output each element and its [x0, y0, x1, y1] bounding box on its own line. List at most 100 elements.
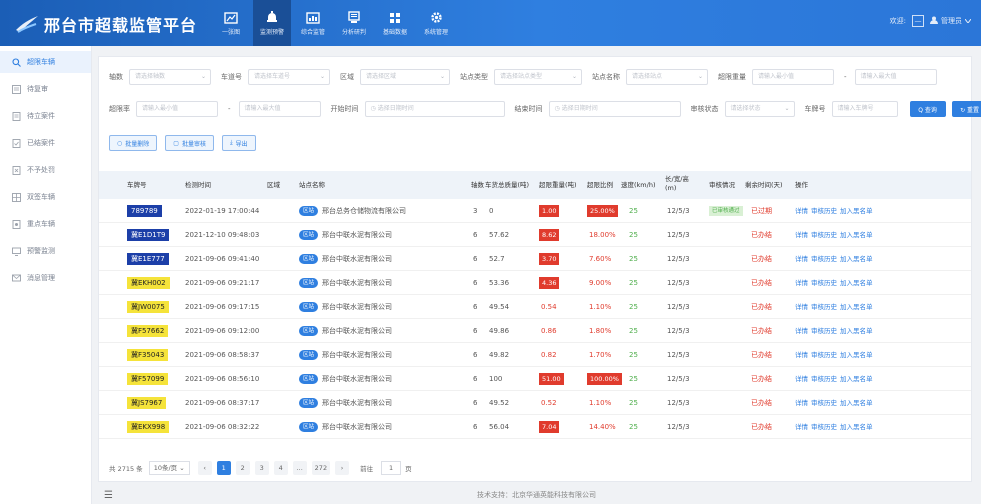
audit-history-link[interactable]: 审核历史 — [811, 207, 837, 215]
site-cell: 区站 邢台中联水泥有限公司 — [299, 295, 392, 319]
goto-input[interactable]: 1 — [381, 461, 402, 475]
detail-link[interactable]: 详情 — [795, 351, 808, 359]
overweight-max-input[interactable]: 请输入最大值 — [854, 69, 937, 85]
circle-icon: ○ — [117, 139, 123, 147]
detail-link[interactable]: 详情 — [795, 231, 808, 239]
end-time-picker[interactable]: ◷ 选择日期时间 — [548, 101, 681, 117]
add-blacklist-link[interactable]: 加入黑名单 — [840, 231, 873, 239]
overweight-min-input[interactable]: 请输入最小值 — [752, 69, 834, 85]
nav-item-system[interactable]: 系统管理 — [417, 0, 455, 46]
col-rate: 超限比例 — [587, 181, 613, 189]
detail-link[interactable]: 详情 — [795, 255, 808, 263]
add-blacklist-link[interactable]: 加入黑名单 — [840, 327, 873, 335]
nav-item-analysis[interactable]: 分析研判 — [335, 0, 373, 46]
sidebar-item-no-penalty[interactable]: 不予处罚 — [0, 159, 91, 181]
row-actions: 详情 审核历史 加入黑名单 — [795, 271, 876, 295]
overweight-rate: 1.10% — [589, 399, 612, 407]
site-type-select[interactable]: 请选择站点类型 ⌄ — [494, 69, 582, 85]
detail-link[interactable]: 详情 — [795, 303, 808, 311]
page-button[interactable]: 2 — [235, 461, 250, 475]
add-blacklist-link[interactable]: 加入黑名单 — [840, 279, 873, 287]
audit-history-link[interactable]: 审核历史 — [811, 423, 837, 431]
rate-min-input[interactable]: 请输入最小值 — [136, 101, 218, 117]
axles: 6 — [473, 231, 478, 239]
area-select[interactable]: 请选择区域 ⌄ — [360, 69, 450, 85]
audit-status-select[interactable]: 请选择状态 ⌄ — [724, 101, 795, 117]
speed: 25 — [629, 399, 638, 407]
list-icon — [12, 84, 21, 94]
audit-history-link[interactable]: 审核历史 — [811, 351, 837, 359]
nav-label: 基础数据 — [382, 28, 407, 36]
chevron-down-icon[interactable] — [964, 17, 972, 25]
audit-history-link[interactable]: 审核历史 — [811, 375, 837, 383]
nav-item-alarm[interactable]: 监测预警 — [253, 0, 291, 46]
site-name: 邢台中联水泥有限公司 — [322, 375, 393, 383]
prev-page-button[interactable]: ‹ — [197, 461, 212, 475]
plate-input[interactable]: 请输入车牌号 — [831, 101, 898, 117]
total-weight: 52.7 — [489, 255, 505, 263]
user-name[interactable]: 管理员 — [941, 16, 962, 26]
detail-link[interactable]: 详情 — [795, 399, 808, 407]
chevron-down-icon: ⌄ — [571, 73, 577, 80]
site-name-select[interactable]: 请选择站点 ⌄ — [626, 69, 708, 85]
detail-link[interactable]: 详情 — [795, 279, 808, 287]
sidebar-item-warning[interactable]: 预警监测 — [0, 240, 91, 262]
plate-number: 冀F57662 — [127, 325, 169, 337]
rate-max-input[interactable]: 请输入最大值 — [238, 101, 321, 117]
audit-history-link[interactable]: 审核历史 — [811, 303, 837, 311]
add-blacklist-link[interactable]: 加入黑名单 — [840, 351, 873, 359]
page-button[interactable]: 1 — [216, 461, 231, 475]
sidebar-item-double-sign[interactable]: 双签车辆 — [0, 186, 91, 208]
overweight: 0.86 — [541, 327, 557, 335]
sidebar-item-overlimit[interactable]: 超限车辆 — [0, 51, 91, 73]
page-button[interactable]: 4 — [273, 461, 288, 475]
placeholder: 选择日期时间 — [561, 105, 598, 112]
filter-label: 审核状态 — [690, 105, 719, 113]
nav-item-supervise[interactable]: 综合监管 — [294, 0, 332, 46]
batch-delete-button[interactable]: ○ 批量删除 — [109, 135, 158, 151]
nav-item-basic-data[interactable]: 基础数据 — [376, 0, 414, 46]
overweight: 0.52 — [541, 399, 557, 407]
sidebar-item-closed-case[interactable]: 已结案件 — [0, 132, 91, 154]
audit-history-link[interactable]: 审核历史 — [811, 231, 837, 239]
detail-link[interactable]: 详情 — [795, 423, 808, 431]
total-weight: 56.04 — [489, 423, 510, 431]
reset-button[interactable]: ↻ 重置 — [951, 101, 981, 117]
add-blacklist-link[interactable]: 加入黑名单 — [840, 303, 873, 311]
add-blacklist-link[interactable]: 加入黑名单 — [840, 423, 873, 431]
nav-item-map[interactable]: 一张图 — [212, 0, 250, 46]
search-button[interactable]: Q 查询 — [909, 101, 946, 117]
sidebar-item-key-vehicle[interactable]: 重点车辆 — [0, 213, 91, 235]
detail-link[interactable]: 详情 — [795, 327, 808, 335]
add-blacklist-link[interactable]: 加入黑名单 — [840, 399, 873, 407]
page-size-select[interactable]: 10条/页 ⌄ — [148, 461, 190, 475]
page-button[interactable]: 3 — [254, 461, 269, 475]
audit-history-link[interactable]: 审核历史 — [811, 327, 837, 335]
page-ellipsis[interactable]: … — [292, 461, 307, 475]
batch-audit-button[interactable]: ▢ 批量审核 — [165, 135, 214, 151]
fullscreen-button[interactable]: — — [912, 15, 924, 27]
sidebar-item-review[interactable]: 待复审 — [0, 78, 91, 100]
sidebar-item-pending-case[interactable]: 待立案件 — [0, 105, 91, 127]
add-blacklist-link[interactable]: 加入黑名单 — [840, 375, 873, 383]
button-label: 批量删除 — [125, 140, 150, 148]
audit-history-link[interactable]: 审核历史 — [811, 255, 837, 263]
page-button[interactable]: 272 — [311, 461, 331, 475]
axles-select[interactable]: 请选择轴数 ⌄ — [129, 69, 211, 85]
audit-history-link[interactable]: 审核历史 — [811, 399, 837, 407]
table-icon — [12, 192, 21, 202]
detail-link[interactable]: 详情 — [795, 375, 808, 383]
vehicle-size: 12/5/3 — [667, 207, 690, 215]
start-time-picker[interactable]: ◷ 选择日期时间 — [364, 101, 505, 117]
next-page-button[interactable]: › — [335, 461, 350, 475]
add-blacklist-link[interactable]: 加入黑名单 — [840, 255, 873, 263]
total-weight: 0 — [489, 207, 494, 215]
audit-history-link[interactable]: 审核历史 — [811, 279, 837, 287]
export-button[interactable]: ⤓ 导出 — [221, 135, 256, 151]
total-count: 共 2715 条 — [109, 465, 143, 473]
plate-number: 冀JW0075 — [127, 301, 169, 313]
add-blacklist-link[interactable]: 加入黑名单 — [840, 207, 873, 215]
sidebar-item-message[interactable]: 消息管理 — [0, 267, 91, 289]
lane-select[interactable]: 请选择车道号 ⌄ — [248, 69, 330, 85]
detail-link[interactable]: 详情 — [795, 207, 808, 215]
